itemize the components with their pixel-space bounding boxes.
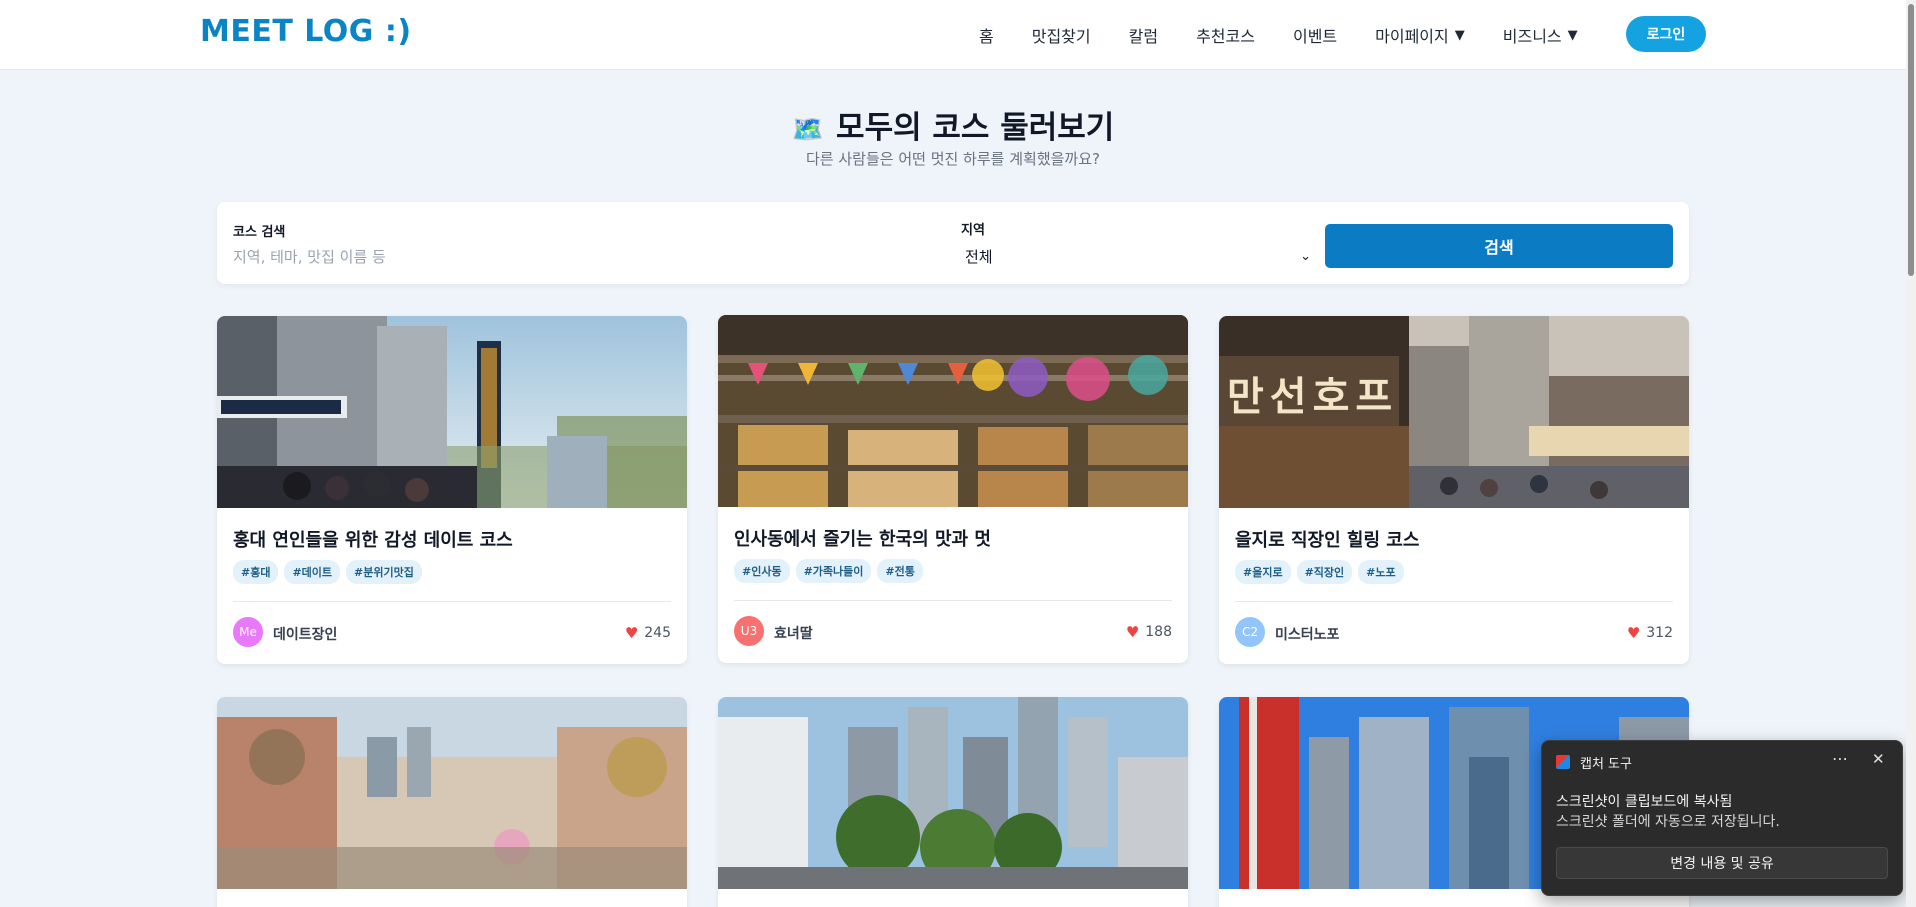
scrollbar-thumb[interactable] — [1908, 4, 1914, 276]
divider — [734, 600, 1172, 601]
avatar: Me — [233, 617, 263, 647]
search-button[interactable]: 검색 — [1325, 224, 1673, 268]
nav-event[interactable]: 이벤트 — [1293, 23, 1337, 47]
heart-icon: ♥ — [1125, 623, 1140, 641]
nav-business-label: 비즈니스 — [1502, 27, 1562, 46]
course-image-insadong[interactable] — [718, 315, 1188, 507]
nav-mypage-label: 마이페이지 — [1375, 27, 1449, 46]
author-name[interactable]: 데이트장인 — [273, 624, 337, 644]
nav-home[interactable]: 홈 — [979, 23, 994, 47]
nav-restaurant-search[interactable]: 맛집찾기 — [1032, 23, 1091, 47]
course-card[interactable]: 홍대 연인들을 위한 감성 데이트 코스 #홍대 #데이트 #분위기맛집 Me … — [217, 316, 687, 664]
search-panel: 코스 검색 지역 전체 ⌄ 검색 — [217, 202, 1689, 284]
nav-recommended-course[interactable]: 추천코스 — [1196, 23, 1255, 47]
tag[interactable]: #가족나들이 — [795, 559, 872, 583]
site-logo[interactable]: MEET LOG :) — [200, 14, 412, 49]
toast-message: 스크린샷이 클립보드에 복사됨 — [1556, 794, 1733, 810]
course-image-city-street[interactable] — [718, 697, 1188, 889]
divider — [1235, 601, 1673, 602]
caret-down-icon: ▼ — [1567, 27, 1578, 43]
course-title[interactable]: 인사동에서 즐기는 한국의 맛과 멋 — [734, 525, 991, 551]
tag[interactable]: #홍대 — [233, 560, 279, 584]
avatar: U3 — [734, 616, 764, 646]
region-select[interactable]: 전체 ⌄ — [961, 242, 1319, 270]
tag-list: #을지로 #직장인 #노포 — [1235, 560, 1410, 584]
like-count-value: 245 — [644, 625, 671, 641]
tag[interactable]: #인사동 — [734, 559, 790, 583]
close-icon[interactable]: ✕ — [1872, 750, 1885, 768]
page-title-text: 모두의 코스 둘러보기 — [836, 110, 1115, 146]
like-count[interactable]: ♥ 312 — [1627, 624, 1673, 642]
like-count[interactable]: ♥ 188 — [1126, 623, 1172, 641]
nav-business-dropdown[interactable]: 비즈니스 ▼ — [1503, 23, 1578, 47]
login-button[interactable]: 로그인 — [1626, 16, 1706, 52]
avatar: C2 — [1235, 617, 1265, 647]
tag[interactable]: #데이트 — [284, 560, 341, 584]
caret-down-icon: ▼ — [1454, 27, 1465, 43]
page-scrollbar[interactable] — [1906, 0, 1916, 907]
edit-and-share-button[interactable]: 변경 내용 및 공유 — [1556, 847, 1888, 879]
site-header: MEET LOG :) 홈 맛집찾기 칼럼 추천코스 이벤트 마이페이지 ▼ 비즈… — [0, 0, 1906, 70]
toast-detail: 스크린샷 폴더에 자동으로 저장됩니다. — [1556, 814, 1780, 830]
heart-icon: ♥ — [624, 624, 639, 642]
more-options-icon[interactable]: ⋯ — [1832, 749, 1848, 768]
chevron-down-icon: ⌄ — [1300, 248, 1311, 264]
tag-list: #홍대 #데이트 #분위기맛집 — [233, 560, 428, 584]
author-name[interactable]: 미스터노포 — [1275, 624, 1339, 644]
course-search-input[interactable] — [233, 244, 933, 270]
nav-mypage-dropdown[interactable]: 마이페이지 ▼ — [1375, 23, 1465, 47]
course-card[interactable] — [718, 697, 1188, 907]
like-count[interactable]: ♥ 245 — [625, 624, 671, 642]
snipping-tool-toast: 캡처 도구 ⋯ ✕ 스크린샷이 클립보드에 복사됨 스크린샷 폴더에 자동으로 … — [1541, 740, 1903, 896]
page-title: 🗺️ 모두의 코스 둘러보기 — [0, 102, 1906, 147]
course-card[interactable]: 만선호프 을지로 직장인 힐링 코스 #을지로 #직장인 #노포 C2 미스터노… — [1219, 316, 1689, 664]
like-count-value: 312 — [1646, 625, 1673, 641]
region-select-value: 전체 — [965, 247, 993, 266]
author-name[interactable]: 효녀딸 — [774, 623, 813, 643]
tag-list: #인사동 #가족나들이 #전통 — [734, 559, 929, 583]
heart-icon: ♥ — [1626, 624, 1641, 642]
course-card[interactable] — [217, 697, 687, 907]
course-image-street-market[interactable] — [217, 697, 687, 889]
tag[interactable]: #전통 — [877, 559, 923, 583]
course-image-hongdae[interactable] — [217, 316, 687, 508]
course-card[interactable]: 인사동에서 즐기는 한국의 맛과 멋 #인사동 #가족나들이 #전통 U3 효녀… — [718, 315, 1188, 663]
map-icon: 🗺️ — [791, 115, 825, 145]
region-label: 지역 — [961, 223, 985, 238]
course-title[interactable]: 홍대 연인들을 위한 감성 데이트 코스 — [233, 526, 513, 552]
tag[interactable]: #을지로 — [1235, 560, 1291, 584]
toast-app-name: 캡처 도구 — [1580, 757, 1632, 772]
tag[interactable]: #노포 — [1358, 560, 1404, 584]
nav-column[interactable]: 칼럼 — [1129, 23, 1158, 47]
divider — [233, 601, 671, 602]
page-subtitle: 다른 사람들은 어떤 멋진 하루를 계획했을까요? — [805, 150, 1100, 168]
like-count-value: 188 — [1145, 624, 1172, 640]
snipping-tool-icon — [1556, 755, 1570, 769]
course-image-euljiro[interactable]: 만선호프 — [1219, 316, 1689, 508]
tag[interactable]: #직장인 — [1296, 560, 1353, 584]
course-title[interactable]: 을지로 직장인 힐링 코스 — [1235, 526, 1419, 552]
main-nav: 홈 맛집찾기 칼럼 추천코스 이벤트 마이페이지 ▼ 비즈니스 ▼ — [960, 0, 1597, 70]
search-label: 코스 검색 — [233, 225, 286, 240]
sign-text-graphic: 만선호프 — [1227, 374, 1399, 420]
tag[interactable]: #분위기맛집 — [346, 560, 422, 584]
